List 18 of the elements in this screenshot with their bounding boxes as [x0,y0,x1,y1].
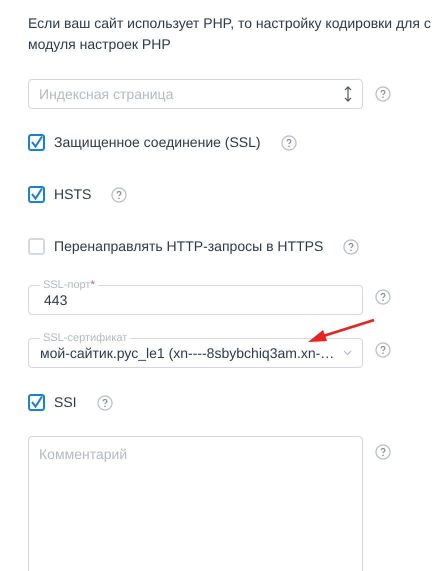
checkbox-label: HSTS [54,185,92,204]
sort-icon [344,86,352,102]
help-icon[interactable] [375,342,391,358]
checkbox-label: SSI [54,393,77,412]
help-icon[interactable] [375,86,391,102]
chevron-icon [343,350,352,356]
checkbox-label: Защищенное соединение (SSL) [54,133,261,152]
checkbox[interactable] [28,394,45,411]
help-icon[interactable] [343,238,360,254]
checkbox[interactable] [28,134,45,151]
checkbox[interactable] [28,186,45,203]
checkbox-label: Перенаправлять HTTP-запросы в HTTPS [54,237,324,256]
help-icon[interactable] [280,134,297,150]
help-icon[interactable] [375,444,391,460]
help-icon[interactable] [375,288,391,304]
description-text: Если ваш сайт использует PHP, то настройку кодировки для с модуля настроек PHP [28,14,432,54]
help-icon[interactable] [96,394,113,410]
help-icon[interactable] [111,186,128,202]
